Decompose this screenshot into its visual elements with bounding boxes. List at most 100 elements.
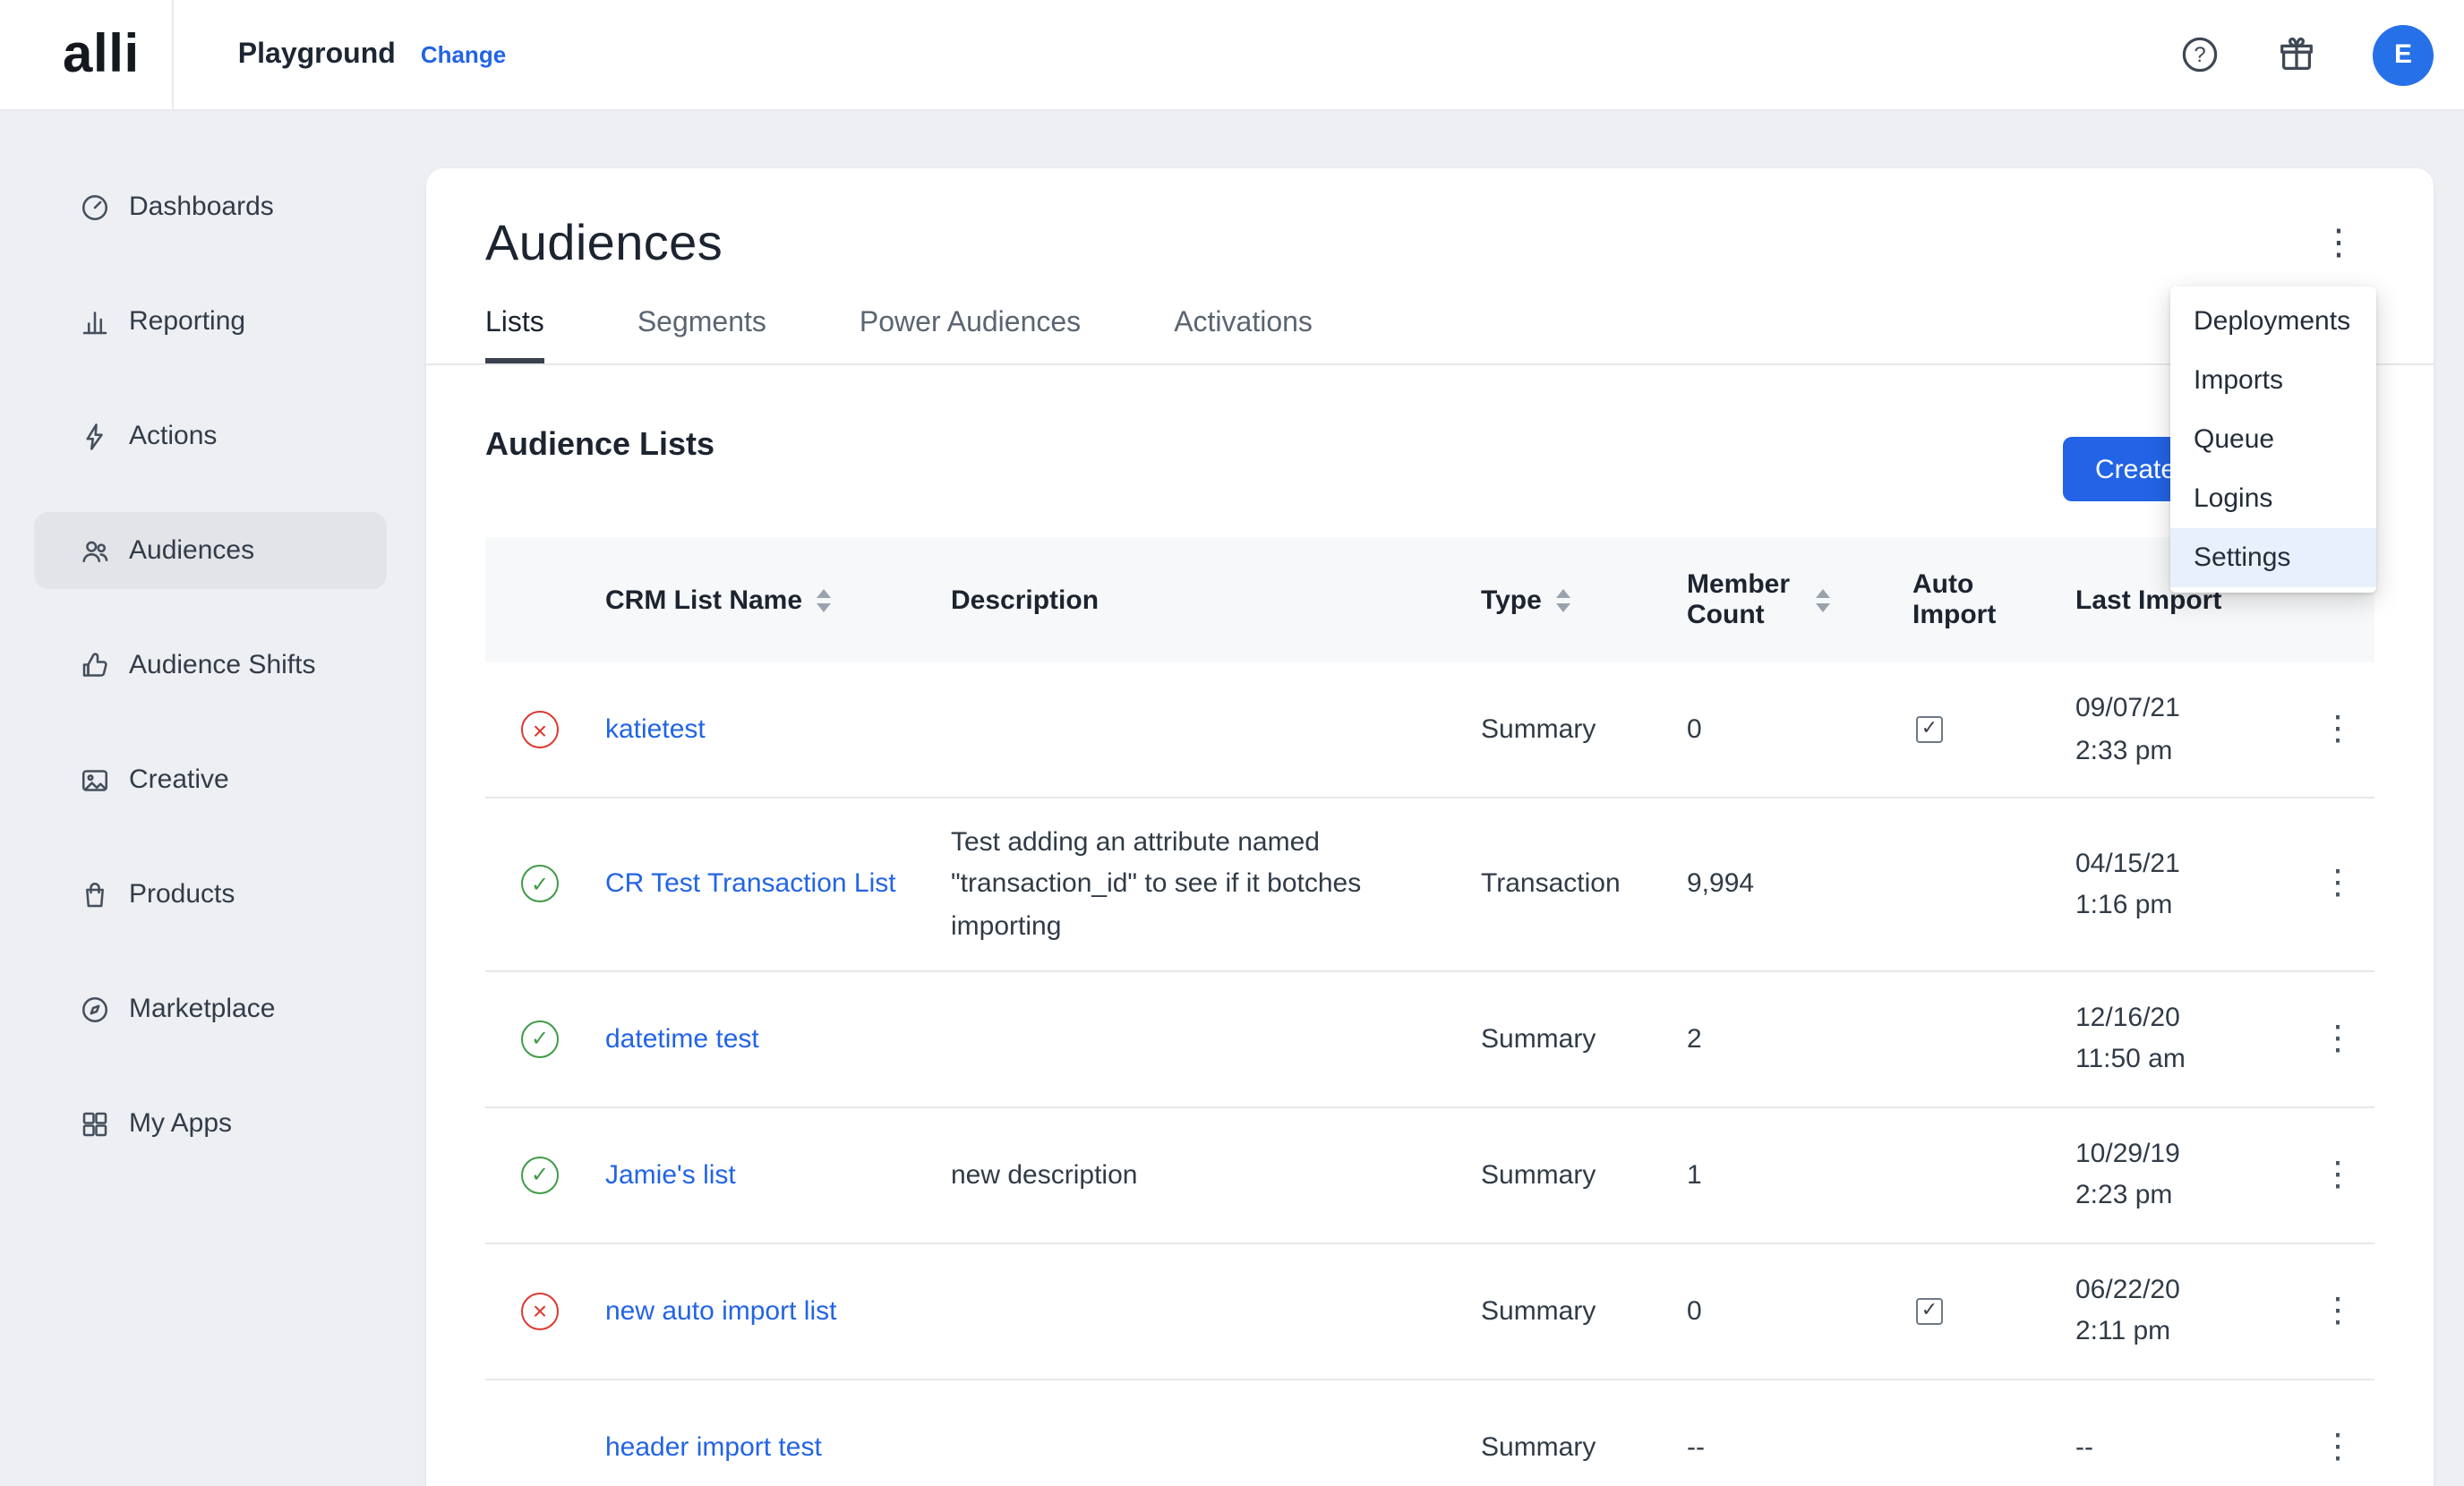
svg-text:?: ? [2194,43,2205,67]
sort-icon[interactable] [1556,588,1570,611]
list-type: Summary [1481,1018,1687,1060]
menu-item-logins[interactable]: Logins [2170,469,2376,528]
menu-item-deployments[interactable]: Deployments [2170,292,2376,351]
row-menu-button[interactable]: ⋮ [2317,1285,2380,1337]
last-import: 09/07/212:33 pm [2075,688,2317,772]
error-status-icon: × [521,711,559,748]
table-body: ×katietestSummary0✓09/07/212:33 pm⋮✓CR T… [485,662,2374,1486]
status-cell: ✓ [485,1021,605,1058]
audiences-card: Audiences ⋮ Lists Segments Power Audiences… [426,168,2434,1486]
sidebar-item-dashboards[interactable]: Dashboards [34,168,387,245]
my-apps-icon [79,1107,111,1140]
auto-import-cell: ✓ [1912,716,2075,743]
column-member-count[interactable]: Member Count [1687,569,1912,630]
tab-power-audiences[interactable]: Power Audiences [860,308,1081,363]
sidebar-item-label: Marketplace [129,994,275,1024]
status-cell: × [485,1293,605,1330]
table-row: ✓ Jamie's list new descriptionSummary1 10/2… [485,1108,2374,1244]
column-type[interactable]: Type [1481,585,1687,615]
last-import: 12/16/2011:50 am [2075,997,2317,1080]
status-cell: × [485,711,605,748]
success-status-icon: ✓ [521,866,559,903]
auto-import-checkbox[interactable]: ✓ [1916,1298,1943,1325]
row-menu-button[interactable]: ⋮ [2317,858,2380,910]
column-crm-list-name[interactable]: CRM List Name [605,585,951,615]
status-cell: ✓ [485,866,605,903]
sidebar-item-label: Dashboards [129,192,274,222]
top-bar: alli Playground Change ? E [0,0,2464,111]
list-description: new description [951,1154,1481,1196]
sidebar-item-my-apps[interactable]: My Apps [34,1085,387,1162]
reporting-icon [79,305,111,337]
list-name-link[interactable]: Jamie's list [605,1159,736,1190]
list-name-cell: new auto import list [605,1290,951,1332]
menu-item-imports[interactable]: Imports [2170,351,2376,410]
row-menu-button[interactable]: ⋮ [2317,704,2380,756]
sort-icon[interactable] [817,588,831,611]
row-menu-button[interactable]: ⋮ [2317,1149,2380,1201]
tab-lists[interactable]: Lists [485,308,544,363]
change-workspace-link[interactable]: Change [421,41,506,68]
status-cell: ✓ [485,1157,605,1194]
member-count: 0 [1687,709,1912,751]
last-import: 10/29/192:23 pm [2075,1133,2317,1217]
sidebar-item-products[interactable]: Products [34,856,387,933]
sidebar-item-reporting[interactable]: Reporting [34,283,387,360]
error-status-icon: × [521,1293,559,1330]
sidebar-item-audience-shifts[interactable]: Audience Shifts [34,627,387,704]
sidebar-item-audiences[interactable]: Audiences [34,512,387,589]
help-icon[interactable]: ? [2179,34,2220,75]
tab-segments[interactable]: Segments [637,308,766,363]
sidebar-item-label: My Apps [129,1108,232,1139]
last-import: 06/22/202:11 pm [2075,1269,2317,1353]
page-title: Audiences [485,215,723,272]
gift-icon[interactable] [2276,34,2317,75]
audiences-icon [79,534,111,567]
member-count: 1 [1687,1154,1912,1196]
sidebar-item-label: Audience Shifts [129,650,315,680]
workspace-name: Playground [238,38,396,71]
row-menu-button[interactable]: ⋮ [2317,1421,2380,1473]
table-row: header import testSummary----⋮ [485,1380,2374,1486]
list-name-link[interactable]: CR Test Transaction List [605,869,896,900]
member-count: 9,994 [1687,864,1912,906]
member-count: 0 [1687,1290,1912,1332]
actions-icon [79,420,111,452]
page-kebab-menu-button[interactable]: ⋮ [2303,215,2374,272]
products-icon [79,878,111,910]
list-type: Summary [1481,1154,1687,1196]
list-name-link[interactable]: header import test [605,1431,822,1462]
context-menu: DeploymentsImportsQueueLoginsSettings [2170,286,2376,593]
list-type: Transaction [1481,864,1687,906]
sidebar-item-actions[interactable]: Actions [34,397,387,474]
last-import: 04/15/211:16 pm [2075,842,2317,926]
list-name-cell: header import test [605,1426,951,1468]
menu-item-queue[interactable]: Queue [2170,410,2376,469]
sort-icon[interactable] [1816,588,1830,611]
app-root: alli Playground Change ? E Dashboards Rep… [0,0,2464,1486]
success-status-icon: ✓ [521,1157,559,1194]
column-description: Description [951,585,1481,615]
member-count: -- [1687,1426,1912,1468]
table-row: ×new auto import listSummary0✓06/22/202:… [485,1244,2374,1380]
list-name-link[interactable]: datetime test [605,1023,759,1054]
member-count: 2 [1687,1018,1912,1060]
tab-activations[interactable]: Activations [1174,308,1313,363]
list-name-link[interactable]: new auto import list [605,1295,836,1326]
row-menu-button[interactable]: ⋮ [2317,1012,2380,1065]
sidebar-item-marketplace[interactable]: Marketplace [34,970,387,1047]
list-type: Summary [1481,1426,1687,1468]
app-logo[interactable]: alli [63,24,140,85]
sidebar-item-label: Reporting [129,306,245,337]
success-status-icon: ✓ [521,1021,559,1058]
menu-item-settings[interactable]: Settings [2170,528,2376,587]
audience-shifts-icon [79,649,111,681]
table-row: ✓datetime testSummary212/16/2011:50 am⋮ [485,972,2374,1108]
section-title: Audience Lists [485,425,714,463]
audience-lists-table: CRM List Name Description Type Member Co… [485,537,2374,1486]
list-name-link[interactable]: katietest [605,714,706,745]
column-auto-import: Auto Import [1912,569,2075,630]
sidebar-item-creative[interactable]: Creative [34,741,387,818]
auto-import-checkbox[interactable]: ✓ [1916,716,1943,743]
user-avatar[interactable]: E [2373,24,2434,85]
